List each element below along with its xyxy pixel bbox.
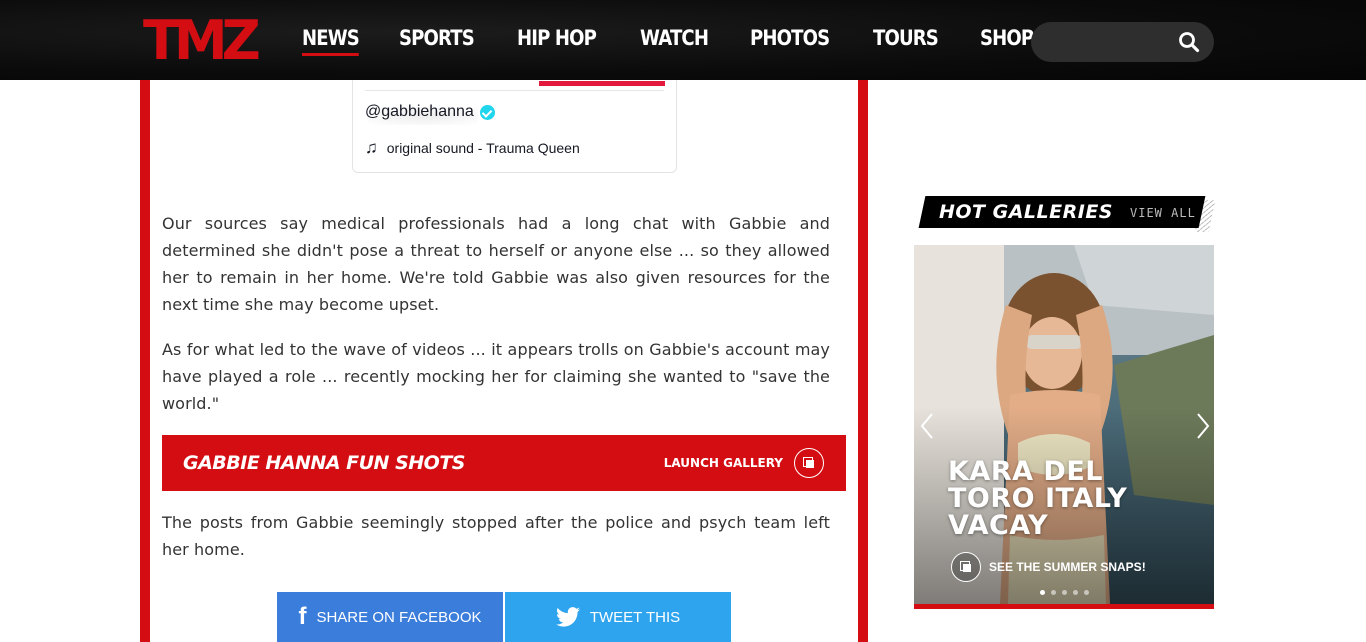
nav-watch[interactable]: WATCH: [640, 26, 709, 50]
launch-gallery-label: LAUNCH GALLERY: [663, 456, 783, 470]
article-paragraph: Our sources say medical professionals ha…: [162, 214, 830, 314]
tiktok-handle-row[interactable]: @gabbiehanna: [365, 103, 495, 121]
slider-next-arrow[interactable]: [1190, 411, 1214, 441]
facebook-icon: f: [298, 603, 307, 630]
nav-hip-hop[interactable]: HIP HOP: [517, 26, 597, 50]
slider-dot[interactable]: [1040, 590, 1045, 595]
share-facebook-button[interactable]: f SHARE ON FACEBOOK: [277, 592, 503, 642]
gallery-stack-icon: [951, 552, 981, 582]
verified-icon: [479, 104, 495, 120]
gallery-slide-photo[interactable]: [914, 245, 1214, 604]
article-paragraph: The posts from Gabbie seemingly stopped …: [162, 513, 830, 559]
twitter-bird-icon: [555, 607, 580, 627]
hot-galleries-header: HOT GALLERIES VIEW ALL: [914, 196, 1216, 232]
tiktok-follow-bar[interactable]: [539, 81, 665, 86]
main-nav: NEWS SPORTS HIP HOP WATCH PHOTOS TOURS S…: [302, 26, 1073, 56]
music-note-icon: ♫: [365, 138, 378, 157]
share-buttons: f SHARE ON FACEBOOK TWEET THIS: [277, 592, 731, 642]
slider-dot[interactable]: [1073, 590, 1078, 595]
view-all-link[interactable]: VIEW ALL: [1130, 206, 1196, 220]
tweet-label: TWEET THIS: [589, 608, 681, 626]
tiktok-handle[interactable]: @gabbiehanna: [365, 103, 474, 121]
nav-news[interactable]: NEWS: [302, 26, 360, 56]
gallery-stack-icon: [794, 448, 824, 478]
tmz-logo-text: TMZ: [143, 12, 259, 66]
hot-galleries-title: HOT GALLERIES: [939, 201, 1113, 223]
nav-sports[interactable]: SPORTS: [399, 26, 475, 50]
tweet-button[interactable]: TWEET THIS: [505, 592, 731, 642]
tiktok-sound-label[interactable]: original sound - Trauma Queen: [387, 140, 580, 156]
gallery-banner-title: GABBIE HANNA FUN SHOTS: [183, 452, 465, 474]
slide-cta-label: SEE THE SUMMER SNAPS!: [989, 560, 1146, 574]
gallery-slider[interactable]: KARA DEL TORO ITALY VACAY SEE THE SUMMER…: [914, 245, 1214, 609]
search-input[interactable]: [1047, 30, 1177, 54]
slider-dots: [1040, 590, 1089, 595]
article-column: @gabbiehanna ♫ original sound - Trauma Q…: [140, 0, 868, 642]
share-facebook-label: SHARE ON FACEBOOK: [316, 608, 482, 626]
tiktok-sound-row[interactable]: ♫ original sound - Trauma Queen: [365, 139, 580, 156]
slider-prev-arrow[interactable]: [916, 411, 940, 441]
embed-divider: [365, 90, 664, 91]
article-paragraph: As for what led to the wave of videos ..…: [162, 340, 830, 413]
nav-tours[interactable]: TOURS: [873, 26, 939, 50]
launch-gallery-button[interactable]: LAUNCH GALLERY: [664, 448, 824, 478]
slide-cta[interactable]: SEE THE SUMMER SNAPS!: [951, 552, 1146, 582]
nav-photos[interactable]: PHOTOS: [750, 26, 830, 50]
slider-dot[interactable]: [1051, 590, 1056, 595]
tmz-logo[interactable]: TMZ: [141, 12, 265, 66]
launch-gallery-banner[interactable]: GABBIE HANNA FUN SHOTS LAUNCH GALLERY: [162, 435, 846, 491]
slide-title[interactable]: KARA DEL TORO ITALY VACAY: [948, 458, 1168, 539]
slider-dot[interactable]: [1062, 590, 1067, 595]
site-header: TMZ NEWS SPORTS HIP HOP WATCH PHOTOS TOU…: [0, 0, 1366, 80]
search-icon[interactable]: [1178, 31, 1200, 53]
nav-shop[interactable]: SHOP: [980, 26, 1034, 50]
slider-dot[interactable]: [1084, 590, 1089, 595]
